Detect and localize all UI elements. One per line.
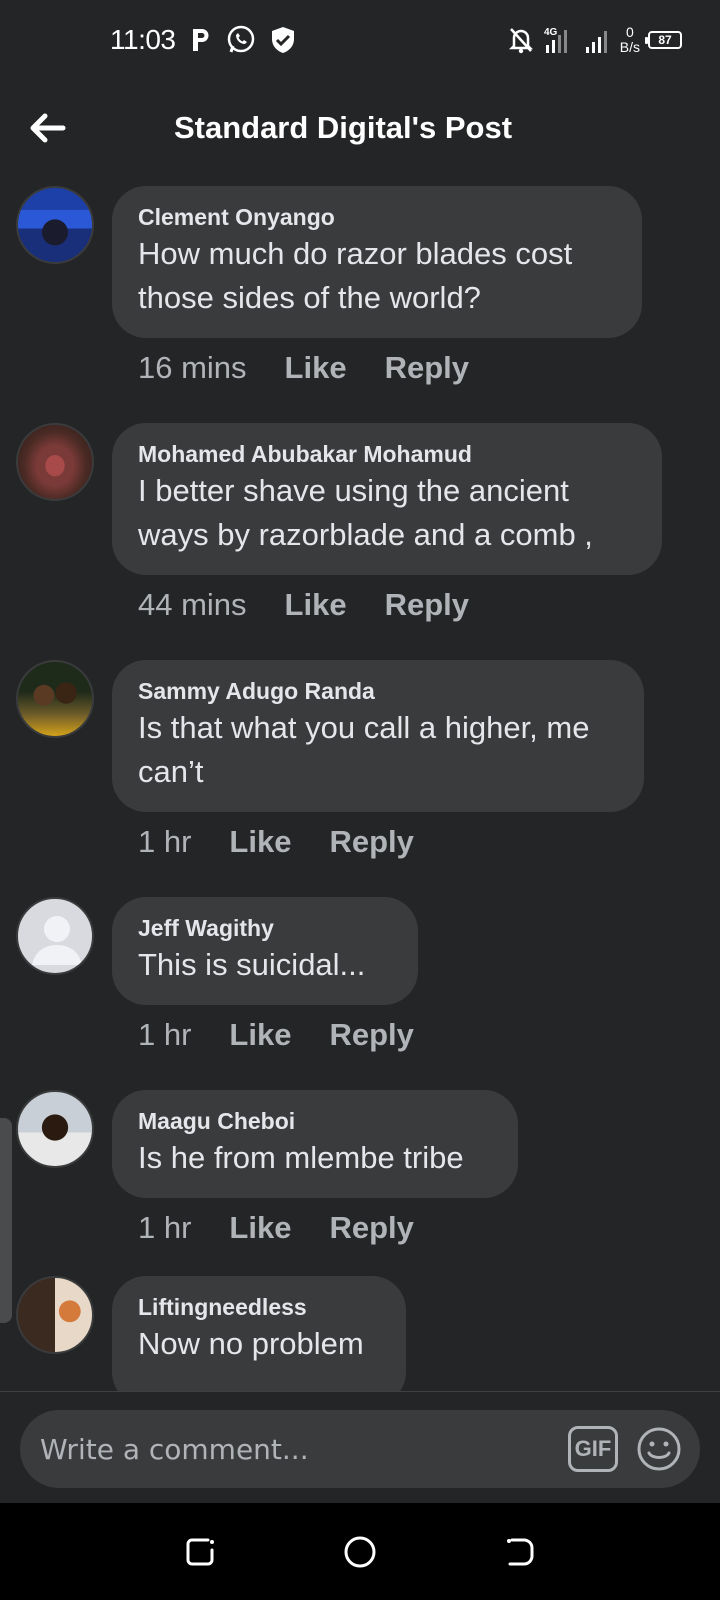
like-button[interactable]: Like xyxy=(229,1017,291,1053)
comment-author[interactable]: Jeff Wagithy xyxy=(138,913,392,943)
comment-author[interactable]: Clement Onyango xyxy=(138,202,616,232)
comment-text: Now no problem xyxy=(138,1326,364,1361)
comment-bubble[interactable]: Jeff Wagithy This is suicidal... xyxy=(112,897,418,1005)
comment-text: This is suicidal... xyxy=(138,947,366,982)
comment-composer: GIF xyxy=(20,1410,700,1488)
smiley-icon xyxy=(637,1427,681,1471)
whatsapp-icon xyxy=(226,25,256,55)
shield-icon xyxy=(270,26,296,54)
comment-author[interactable]: Maagu Cheboi xyxy=(138,1106,492,1136)
comment-time: 1 hr xyxy=(138,824,192,859)
comment-bubble[interactable]: Mohamed Abubakar Mohamud I better shave … xyxy=(112,423,662,575)
network-badge: 4G xyxy=(544,27,558,38)
comment-meta: 1 hr Like Reply xyxy=(138,824,414,860)
system-nav-bar xyxy=(0,1503,720,1600)
home-icon xyxy=(344,1536,376,1567)
like-button[interactable]: Like xyxy=(285,587,347,623)
comment-time: 44 mins xyxy=(138,587,247,622)
comment-author[interactable]: Liftingneedless xyxy=(138,1292,380,1322)
comment-meta: 1 hr Like Reply xyxy=(138,1210,414,1246)
comment-meta: 16 mins Like Reply xyxy=(138,350,469,386)
comment-meta: 1 hr Like Reply xyxy=(138,1017,414,1053)
signal-icon: 4G xyxy=(542,25,576,55)
avatar[interactable] xyxy=(16,897,94,975)
recent-apps-icon xyxy=(186,1538,214,1565)
status-bar: 11:03 4G 0 B/s 87 xyxy=(0,0,720,80)
speed-unit: B/s xyxy=(619,39,640,55)
recent-apps-button[interactable] xyxy=(176,1528,224,1576)
avatar[interactable] xyxy=(16,1090,94,1168)
comment-bubble[interactable]: Clement Onyango How much do razor blades… xyxy=(112,186,642,338)
comment-time: 1 hr xyxy=(138,1017,192,1052)
like-button[interactable]: Like xyxy=(229,1210,291,1246)
reply-button[interactable]: Reply xyxy=(385,587,469,623)
back-icon xyxy=(507,1538,534,1565)
comment-author[interactable]: Mohamed Abubakar Mohamud xyxy=(138,439,636,469)
like-button[interactable]: Like xyxy=(285,350,347,386)
comment-bubble[interactable]: Liftingneedless Now no problem xyxy=(112,1276,406,1391)
status-right: 4G 0 B/s 87 xyxy=(508,25,682,55)
network-speed: 0 B/s xyxy=(620,25,640,55)
comment-bubble[interactable]: Maagu Cheboi Is he from mlembe tribe xyxy=(112,1090,518,1198)
comment-composer-bar: GIF xyxy=(0,1391,720,1503)
like-button[interactable]: Like xyxy=(229,824,291,860)
comment-input[interactable] xyxy=(40,1410,560,1488)
battery-level: 87 xyxy=(658,33,672,47)
avatar[interactable] xyxy=(16,1276,94,1354)
emoji-button[interactable] xyxy=(636,1426,682,1472)
page-title: Standard Digital's Post xyxy=(173,110,513,145)
reply-button[interactable]: Reply xyxy=(385,350,469,386)
default-avatar-icon xyxy=(32,916,82,965)
comment-time: 1 hr xyxy=(138,1210,192,1245)
avatar[interactable] xyxy=(16,423,94,501)
speed-value: 0 xyxy=(625,24,634,40)
comment-text: Is that what you call a higher, me can’t xyxy=(138,710,590,789)
comment-time: 16 mins xyxy=(138,350,247,385)
battery-icon: 87 xyxy=(645,31,682,49)
home-button[interactable] xyxy=(336,1528,384,1576)
status-time: 11:03 xyxy=(110,24,176,55)
signal-icon xyxy=(584,25,612,55)
back-nav-button[interactable] xyxy=(496,1528,544,1576)
reply-button[interactable]: Reply xyxy=(329,1210,413,1246)
scroll-handle[interactable] xyxy=(0,1118,12,1323)
status-left: 11:03 xyxy=(110,24,296,56)
comment-meta: 44 mins Like Reply xyxy=(138,587,469,623)
reply-button[interactable]: Reply xyxy=(329,824,413,860)
gif-button[interactable]: GIF xyxy=(568,1426,618,1472)
bell-off-icon xyxy=(508,26,534,54)
avatar[interactable] xyxy=(16,660,94,738)
comment-text: How much do razor blades cost those side… xyxy=(138,236,573,315)
reply-button[interactable]: Reply xyxy=(329,1017,413,1053)
avatar[interactable] xyxy=(16,186,94,264)
parking-icon xyxy=(190,27,212,53)
comment-text: I better shave using the ancient ways by… xyxy=(138,473,593,552)
comment-text: Is he from mlembe tribe xyxy=(138,1140,464,1175)
comments-list[interactable]: Clement Onyango How much do razor blades… xyxy=(0,186,720,1391)
app-header: Standard Digital's Post xyxy=(0,88,720,168)
comment-author[interactable]: Sammy Adugo Randa xyxy=(138,676,618,706)
comment-bubble[interactable]: Sammy Adugo Randa Is that what you call … xyxy=(112,660,644,812)
